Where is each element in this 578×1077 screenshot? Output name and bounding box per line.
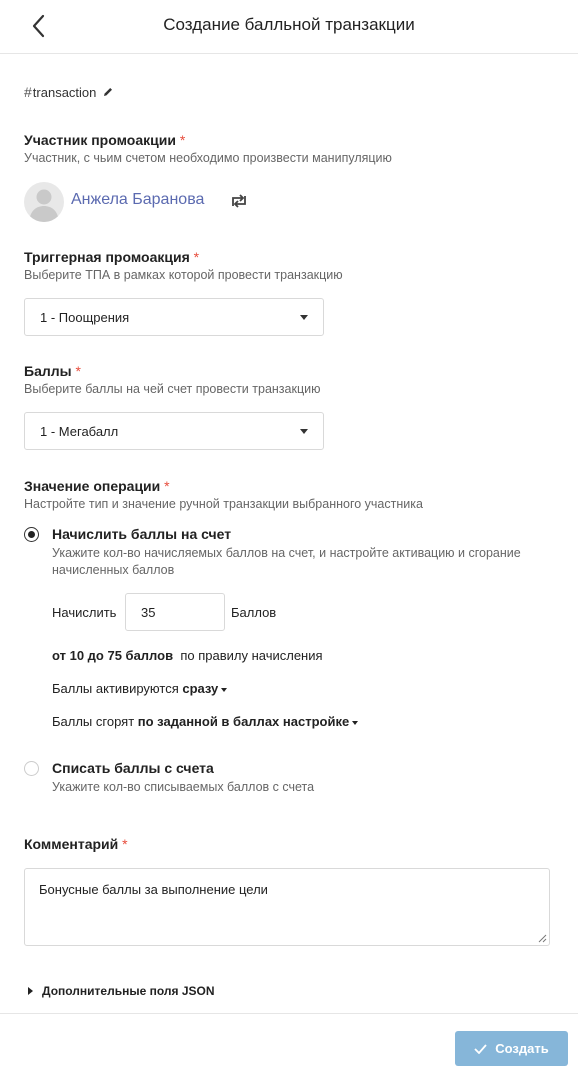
comment-textarea[interactable]: Бонусные баллы за выполнение цели xyxy=(24,868,550,946)
caret-down-icon xyxy=(300,429,308,434)
check-icon xyxy=(474,1043,487,1054)
required-asterisk: * xyxy=(75,363,81,379)
hashtag-row: # transaction xyxy=(24,84,114,100)
comment-text: Бонусные баллы за выполнение цели xyxy=(39,882,268,897)
accrue-radio-label[interactable]: Начислить баллы на счет xyxy=(52,526,231,542)
withdraw-hint: Укажите кол-во списываемых баллов с счет… xyxy=(52,780,315,794)
points-label: Баллы * xyxy=(24,363,81,379)
json-fields-toggle[interactable]: Дополнительные поля JSON xyxy=(28,984,215,998)
trigger-select[interactable]: 1 - Поощрения xyxy=(24,298,324,336)
trigger-hint: Выберите ТПА в рамках которой провести т… xyxy=(24,268,343,282)
operation-label: Значение операции * xyxy=(24,478,170,494)
trigger-label: Триггерная промоакция * xyxy=(24,249,200,265)
operation-hint: Настройте тип и значение ручной транзакц… xyxy=(24,497,423,511)
page-header: Создание балльной транзакции xyxy=(0,0,578,54)
pencil-icon[interactable] xyxy=(102,86,114,98)
page-title: Создание балльной транзакции xyxy=(163,15,415,34)
accrue-hint: Укажите кол-во начисляемых баллов на сче… xyxy=(52,546,521,577)
participant-name-link[interactable]: Анжела Баранова xyxy=(71,191,204,209)
points-select-value: 1 - Мегабалл xyxy=(40,424,119,439)
amount-input[interactable]: 35 xyxy=(125,593,225,631)
required-asterisk: * xyxy=(122,836,128,852)
caret-right-icon xyxy=(28,987,33,995)
amount-suffix: Баллов xyxy=(231,605,277,620)
caret-down-icon xyxy=(300,315,308,320)
hashtag-text: transaction xyxy=(32,84,97,100)
user-placeholder-icon xyxy=(29,189,59,222)
swap-icon[interactable] xyxy=(229,193,249,209)
activation-dropdown[interactable]: сразу xyxy=(182,681,228,696)
caret-down-icon xyxy=(352,720,359,725)
expiration-prefix: Баллы сгорят xyxy=(52,714,135,729)
points-hint: Выберите баллы на чей счет провести тран… xyxy=(24,382,321,396)
expiration-row: Баллы сгорят по заданной в баллах настро… xyxy=(52,714,359,729)
withdraw-radio[interactable] xyxy=(24,761,39,776)
range-bold: от 10 до 75 баллов xyxy=(52,648,174,663)
required-asterisk: * xyxy=(164,478,170,494)
create-button-label: Создать xyxy=(495,1041,549,1056)
withdraw-radio-label[interactable]: Списать баллы с счета xyxy=(52,760,214,776)
required-asterisk: * xyxy=(179,132,186,148)
activation-prefix: Баллы активируются xyxy=(52,681,179,696)
amount-prefix: Начислить xyxy=(52,605,117,620)
hash-icon: # xyxy=(24,84,32,100)
avatar xyxy=(24,182,64,222)
caret-down-icon xyxy=(221,687,228,692)
trigger-select-value: 1 - Поощрения xyxy=(40,310,130,325)
points-select[interactable]: 1 - Мегабалл xyxy=(24,412,324,450)
range-text: от 10 до 75 баллов по правилу начисления xyxy=(52,648,323,663)
participant-label: Участник промоакции * xyxy=(24,132,186,148)
range-rest: по правилу начисления xyxy=(180,648,323,663)
footer-bar: Создать xyxy=(0,1013,578,1077)
accrue-radio[interactable] xyxy=(24,527,39,542)
required-asterisk: * xyxy=(193,249,200,265)
activation-row: Баллы активируются сразу xyxy=(52,681,228,696)
comment-label: Комментарий * xyxy=(24,836,128,852)
participant-hint: Участник, с чьим счетом необходимо произ… xyxy=(24,151,392,165)
expiration-dropdown[interactable]: по заданной в баллах настройке xyxy=(138,714,359,729)
json-fields-label: Дополнительные поля JSON xyxy=(42,984,215,998)
create-button[interactable]: Создать xyxy=(455,1031,568,1066)
resize-handle-icon[interactable] xyxy=(538,934,547,943)
